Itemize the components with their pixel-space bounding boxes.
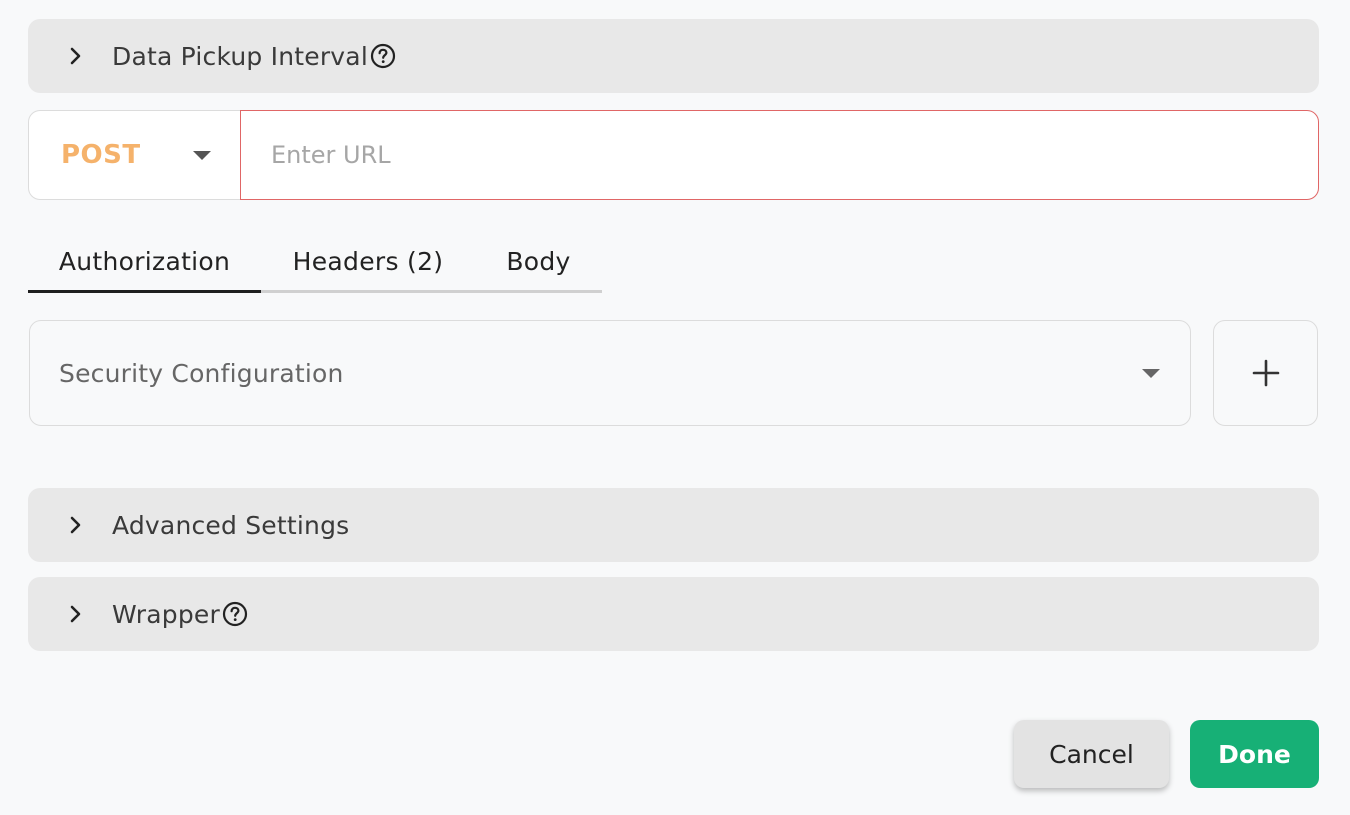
chevron-right-icon (68, 605, 84, 623)
url-input[interactable] (240, 110, 1319, 200)
accordion-title: Advanced Settings (112, 510, 350, 540)
caret-down-icon (1142, 368, 1160, 378)
accordion-title: Data Pickup Interval (112, 41, 368, 71)
accordion-data-pickup-interval[interactable]: Data Pickup Interval (28, 19, 1319, 93)
security-configuration-placeholder: Security Configuration (59, 358, 344, 388)
request-url-row: POST (28, 110, 1319, 200)
add-security-configuration-button[interactable] (1213, 320, 1318, 426)
accordion-title: Wrapper (112, 599, 220, 629)
done-button[interactable]: Done (1190, 720, 1319, 788)
http-method-value: POST (61, 140, 141, 170)
help-circle-icon[interactable] (222, 601, 248, 627)
plus-icon (1252, 359, 1279, 387)
accordion-wrapper[interactable]: Wrapper (28, 577, 1319, 651)
chevron-right-icon (68, 516, 84, 534)
help-circle-icon[interactable] (370, 43, 396, 69)
security-configuration-select[interactable]: Security Configuration (29, 320, 1191, 426)
http-method-select[interactable]: POST (28, 110, 240, 200)
cancel-button[interactable]: Cancel (1014, 720, 1169, 788)
request-tabs: Authorization Headers (2) Body (28, 232, 602, 293)
tab-body[interactable]: Body (475, 232, 602, 293)
caret-down-icon (192, 150, 211, 160)
tab-headers[interactable]: Headers (2) (261, 232, 475, 293)
tab-authorization[interactable]: Authorization (28, 232, 261, 293)
accordion-advanced-settings[interactable]: Advanced Settings (28, 488, 1319, 562)
chevron-right-icon (68, 47, 84, 65)
